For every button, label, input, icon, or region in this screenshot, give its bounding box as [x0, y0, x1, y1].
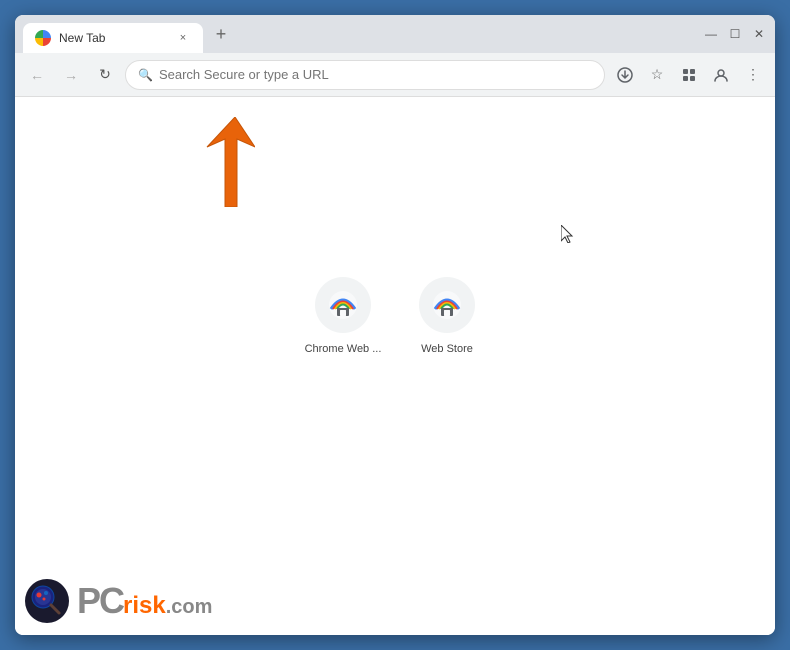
wm-com-text: .com: [166, 597, 213, 617]
active-tab[interactable]: New Tab ×: [23, 23, 203, 53]
search-icon: 🔍: [138, 68, 153, 82]
chrome-webstore-icon-1: [327, 289, 359, 321]
profile-button[interactable]: [707, 61, 735, 89]
shortcut-label-web-store: Web Store: [421, 343, 473, 355]
watermark: PC risk .com: [25, 579, 212, 623]
downloads-button[interactable]: [611, 61, 639, 89]
extensions-button[interactable]: [675, 61, 703, 89]
downloads-icon: [617, 67, 633, 83]
toolbar: ← → ↻ 🔍 ☆: [15, 53, 775, 97]
extensions-icon: [681, 67, 697, 83]
shortcuts-area: Chrome Web ...: [303, 277, 487, 355]
watermark-text: PC risk .com: [77, 583, 212, 619]
shortcut-icon-chrome-web[interactable]: [315, 277, 371, 333]
menu-button[interactable]: ⋮: [739, 61, 767, 89]
new-tab-page: Chrome Web ...: [15, 97, 775, 635]
minimize-button[interactable]: —: [703, 27, 719, 41]
mouse-cursor: [561, 225, 575, 246]
wm-pc-text: PC: [77, 583, 123, 619]
bookmark-button[interactable]: ☆: [643, 61, 671, 89]
tab-area: New Tab × +: [23, 15, 691, 53]
pcrisk-logo: [25, 579, 69, 623]
profile-icon: [713, 67, 729, 83]
tab-favicon: [35, 30, 51, 46]
chrome-webstore-icon-2: [431, 289, 463, 321]
close-button[interactable]: ✕: [751, 27, 767, 41]
shortcut-web-store[interactable]: Web Store: [407, 277, 487, 355]
shortcut-chrome-web[interactable]: Chrome Web ...: [303, 277, 383, 355]
back-button[interactable]: ←: [23, 61, 51, 89]
title-bar: New Tab × + — ☐ ✕: [15, 15, 775, 53]
shortcut-icon-web-store[interactable]: [419, 277, 475, 333]
address-bar[interactable]: 🔍: [125, 60, 605, 90]
shortcut-label-chrome-web: Chrome Web ...: [305, 343, 382, 355]
maximize-button[interactable]: ☐: [727, 27, 743, 41]
wm-risk-text: risk: [123, 594, 166, 618]
tab-close-button[interactable]: ×: [175, 30, 191, 46]
forward-button[interactable]: →: [57, 61, 85, 89]
browser-window: New Tab × + — ☐ ✕ ← → ↻ 🔍 ☆: [15, 15, 775, 635]
window-controls: — ☐ ✕: [703, 27, 767, 41]
toolbar-icons: ☆ ⋮: [611, 61, 767, 89]
reload-button[interactable]: ↻: [91, 61, 119, 89]
arrow-annotation: [175, 117, 255, 207]
new-tab-button[interactable]: +: [207, 20, 235, 48]
tab-title: New Tab: [59, 31, 167, 45]
url-input[interactable]: [159, 67, 592, 82]
magnifier-icon: [29, 583, 65, 619]
